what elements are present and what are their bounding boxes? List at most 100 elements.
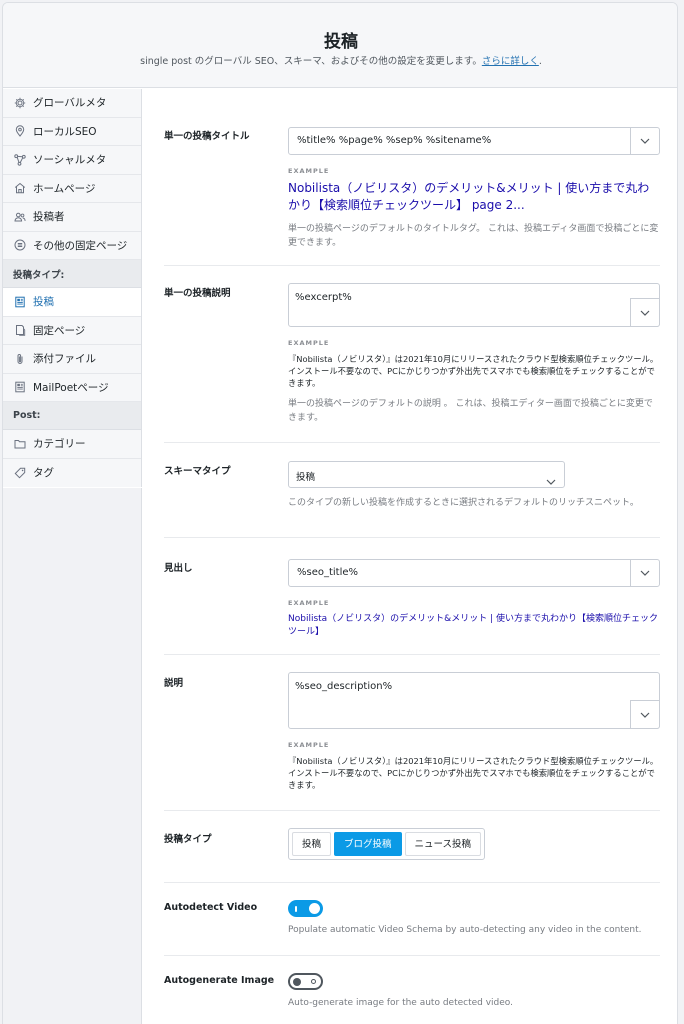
setting-label: 説明 <box>164 678 184 689</box>
example-label: EXAMPLE <box>288 339 330 347</box>
schema-description-control: %seo_description% EXAMPLE 『Nobilista（ノビリ… <box>288 672 660 791</box>
example-description: 『Nobilista（ノビリスタ）』は2021年10月にリリースされたクラウド型… <box>288 354 659 388</box>
sidebar-item-attachments[interactable]: 添付ファイル <box>3 345 141 374</box>
schema-control: 投稿 このタイプの新しい投稿を作成するときに選択されるデフォルトのリッチスニペッ… <box>288 461 660 510</box>
setting-row-description: 単一の投稿説明 %excerpt% EXAMPLE 『Nobilista（ノビリ… <box>164 266 660 443</box>
autogenerate-image-control: Auto-generate image for the auto detecte… <box>288 973 660 1010</box>
description-control: %excerpt% EXAMPLE 『Nobilista（ノビリスタ）』は202… <box>288 283 660 425</box>
example-label: EXAMPLE <box>288 741 330 749</box>
chevron-down-icon <box>640 570 650 576</box>
schema-description-input[interactable]: %seo_description% <box>288 672 660 729</box>
page-header: 投稿 single post のグローバル SEO、スキーマ、およびその他の設定… <box>3 3 677 88</box>
sidebar-item-label: 添付ファイル <box>33 353 96 366</box>
sidebar-item-authors[interactable]: 投稿者 <box>3 203 141 232</box>
headline-template-value: %seo_title% <box>297 567 359 578</box>
sidebar-item-other-pages[interactable]: その他の固定ページ <box>3 231 141 260</box>
sidebar-item-label: その他の固定ページ <box>33 239 128 252</box>
autogenerate-image-toggle[interactable] <box>288 973 323 990</box>
sidebar-item-local-seo[interactable]: ローカルSEO <box>3 117 141 146</box>
article-type-option-blog-post[interactable]: ブログ投稿 <box>334 832 402 856</box>
help-text: 単一の投稿ページのデフォルトの説明 。 これは、投稿エディター画面で投稿ごとに変… <box>288 399 653 423</box>
article-type-option-post[interactable]: 投稿 <box>292 832 332 856</box>
share-icon <box>13 153 26 166</box>
page-title: 投稿 <box>324 32 358 52</box>
page-subtitle: single post のグローバル SEO、スキーマ、およびその他の設定を変更… <box>3 53 677 67</box>
sidebar-item-label: MailPoetページ <box>33 381 109 394</box>
schema-type-select[interactable]: 投稿 <box>288 461 565 488</box>
setting-label: 見出し <box>164 563 193 574</box>
schema-type-value: 投稿 <box>296 472 316 483</box>
chevron-down-icon <box>546 470 556 489</box>
paperclip-icon <box>13 352 26 365</box>
sidebar-item-label: 投稿 <box>33 296 54 309</box>
sidebar-item-label: 投稿者 <box>33 211 65 224</box>
sidebar-item-label: タグ <box>33 467 54 480</box>
sidebar-item-tags[interactable]: タグ <box>3 458 141 487</box>
sidebar-item-mailpoet[interactable]: MailPoetページ <box>3 373 141 402</box>
sidebar-item-label: ホームページ <box>33 182 96 195</box>
setting-row-title: 単一の投稿タイトル %title% %page% %sep% %sitename… <box>164 89 660 266</box>
setting-row-headline: 見出し %seo_title% EXAMPLE Nobilista（ノビリスタ）… <box>164 538 660 655</box>
settings-panel: 単一の投稿タイトル %title% %page% %sep% %sitename… <box>143 89 677 1024</box>
learn-more-link[interactable]: さらに詳しく <box>482 56 539 67</box>
sidebar-item-label: グローバルメタ <box>33 97 107 110</box>
headline-template-input[interactable]: %seo_title% <box>288 559 660 587</box>
setting-row-schema-type: スキーマタイプ 投稿 このタイプの新しい投稿を作成するときに選択されるデフォルト… <box>164 443 660 538</box>
setting-label: 単一の投稿説明 <box>164 288 231 299</box>
article-type-option-news-post[interactable]: ニュース投稿 <box>404 832 482 856</box>
sidebar-item-social-meta[interactable]: ソーシャルメタ <box>3 146 141 175</box>
description-template-input[interactable]: %excerpt% <box>288 283 660 327</box>
subtitle-text: single post のグローバル SEO、スキーマ、およびその他の設定を変更… <box>140 56 482 67</box>
sidebar-item-categories[interactable]: カテゴリー <box>3 430 141 459</box>
headline-control: %seo_title% EXAMPLE Nobilista（ノビリスタ）のデメリ… <box>288 559 660 639</box>
setting-label: Autodetect Video <box>164 902 258 913</box>
home-icon <box>13 182 26 195</box>
sidebar-item-label: ローカルSEO <box>33 125 97 138</box>
sidebar-background <box>3 488 142 1024</box>
setting-row-article-type: 投稿タイプ 投稿 ブログ投稿 ニュース投稿 <box>164 811 660 883</box>
list-circle-icon <box>13 239 26 252</box>
article-type-control: 投稿 ブログ投稿 ニュース投稿 <box>288 828 660 860</box>
sidebar-item-global-meta[interactable]: グローバルメタ <box>3 89 141 118</box>
setting-label: スキーマタイプ <box>164 466 231 477</box>
gear-icon <box>13 96 26 109</box>
title-template-input[interactable]: %title% %page% %sep% %sitename% <box>288 127 660 155</box>
sidebar-item-label: カテゴリー <box>33 438 86 451</box>
sidebar-group-post: Post: <box>3 402 141 430</box>
chevron-down-icon <box>640 712 650 718</box>
setting-label: Autogenerate Image <box>164 975 275 986</box>
variable-dropdown-button[interactable] <box>630 560 659 586</box>
folder-icon <box>13 437 26 450</box>
autodetect-video-toggle[interactable] <box>288 900 323 917</box>
setting-row-schema-description: 説明 %seo_description% EXAMPLE 『Nobilista（… <box>164 655 660 811</box>
title-control: %title% %page% %sep% %sitename% EXAMPLE … <box>288 127 660 250</box>
sidebar-item-posts[interactable]: 投稿 <box>3 288 141 317</box>
variable-dropdown-button[interactable] <box>630 128 659 154</box>
sidebar-item-homepage[interactable]: ホームページ <box>3 174 141 203</box>
help-text: Auto-generate image for the auto detecte… <box>288 998 514 1008</box>
example-label: EXAMPLE <box>288 167 330 175</box>
sidebar-group-post-types: 投稿タイプ: <box>3 260 141 288</box>
variable-dropdown-button[interactable] <box>630 700 660 729</box>
location-pin-icon <box>13 125 26 138</box>
autodetect-video-control: Populate automatic Video Schema by auto-… <box>288 900 660 937</box>
article-type-toggle-group: 投稿 ブログ投稿 ニュース投稿 <box>288 828 486 860</box>
tag-icon <box>13 466 26 479</box>
example-title: Nobilista（ノビリスタ）のデメリット&メリット | 使い方まで丸わかり【… <box>288 181 650 212</box>
chevron-down-icon <box>640 138 650 144</box>
setting-row-autodetect-video: Autodetect Video Populate automatic Vide… <box>164 883 660 956</box>
subtitle-period: . <box>538 56 542 67</box>
example-label: EXAMPLE <box>288 599 330 607</box>
variable-dropdown-button[interactable] <box>630 298 660 327</box>
setting-label: 単一の投稿タイトル <box>164 131 250 142</box>
sidebar-item-pages[interactable]: 固定ページ <box>3 316 141 345</box>
setting-label: 投稿タイプ <box>164 834 212 845</box>
sidebar-item-label: 固定ページ <box>33 324 86 337</box>
example-headline: Nobilista（ノビリスタ）のデメリット&メリット | 使い方まで丸わかり【… <box>288 614 658 637</box>
page-icon <box>13 324 26 337</box>
setting-row-autogenerate-image: Autogenerate Image Auto-generate image f… <box>164 956 660 1024</box>
sidebar: グローバルメタ ローカルSEO ソーシャルメタ ホームページ 投稿者 その他の固… <box>3 89 142 487</box>
title-template-value: %title% %page% %sep% %sitename% <box>297 135 492 146</box>
help-text: Populate automatic Video Schema by auto-… <box>288 925 642 935</box>
settings-window: 投稿 single post のグローバル SEO、スキーマ、およびその他の設定… <box>2 2 678 1024</box>
